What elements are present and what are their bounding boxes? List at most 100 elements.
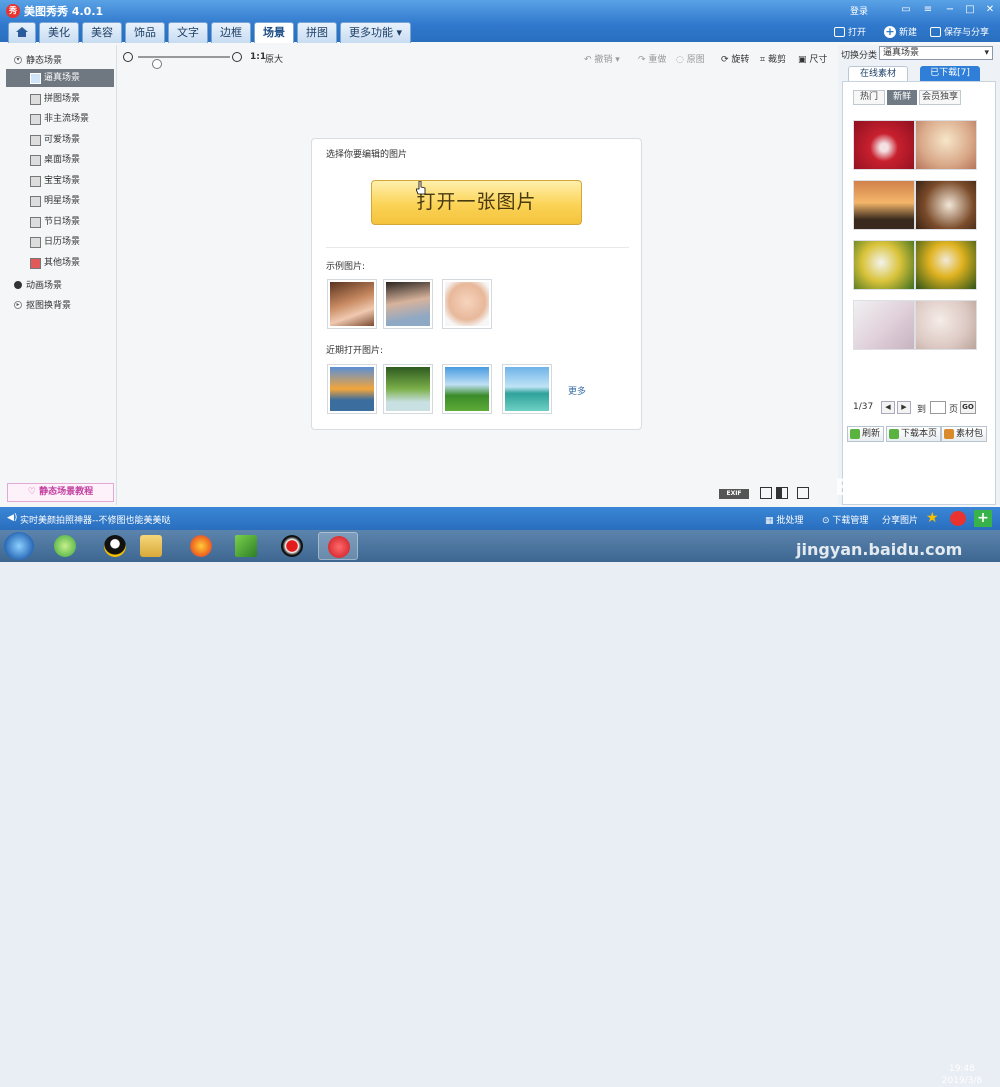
zoom-out-icon[interactable] bbox=[123, 52, 133, 62]
group-animated-scene[interactable]: 动画场景 bbox=[14, 278, 62, 291]
undo-button[interactable]: ↶ 撤销 ▾ bbox=[584, 52, 620, 65]
reset-button[interactable]: ◌ 原图 bbox=[676, 52, 705, 65]
material-thumb[interactable] bbox=[915, 180, 977, 230]
tab-accessories[interactable]: 饰品 bbox=[125, 22, 165, 43]
zoom-in-icon[interactable] bbox=[232, 52, 242, 62]
go-button[interactable]: GO bbox=[960, 401, 976, 414]
clock-time: 19:48 bbox=[949, 1064, 975, 1074]
sidebar-item-realistic[interactable]: 逼真场景 bbox=[6, 69, 114, 87]
original-size-label[interactable]: 原大 bbox=[265, 52, 283, 65]
refresh-button[interactable]: 刷新 bbox=[847, 426, 885, 442]
subtab-vip[interactable]: 会员独享 bbox=[919, 90, 961, 105]
sidebar-item-cute[interactable]: 可爱场景 bbox=[30, 131, 115, 149]
batch-button[interactable]: ▦ 批处理 bbox=[765, 513, 803, 526]
redo-button[interactable]: ↷ 重做 bbox=[638, 52, 666, 65]
sample-image-girl[interactable] bbox=[327, 279, 377, 329]
category-select[interactable]: 逼真场景 bbox=[879, 46, 993, 60]
tab-text[interactable]: 文字 bbox=[168, 22, 208, 43]
group-static-scene[interactable]: ▾ 静态场景 bbox=[14, 53, 62, 66]
recent-image-hills[interactable] bbox=[442, 364, 492, 414]
tab-beautify[interactable]: 美化 bbox=[39, 22, 79, 43]
next-page-button[interactable]: ▶ bbox=[897, 401, 911, 414]
exif-button[interactable]: EXIF bbox=[719, 489, 749, 499]
sidebar-item-calendar[interactable]: 日历场景 bbox=[30, 233, 115, 251]
menu-icon[interactable]: ≡ bbox=[920, 3, 936, 17]
sidebar-item-holiday[interactable]: 节日场景 bbox=[30, 213, 115, 231]
tab-downloaded[interactable]: 已下载[7] bbox=[920, 66, 980, 81]
download-manager-button[interactable]: ⊙ 下载管理 bbox=[822, 513, 868, 526]
taskbar-app-firefox[interactable] bbox=[181, 532, 221, 560]
system-clock[interactable]: 19:48 2019/3/8 bbox=[940, 1063, 984, 1087]
close-button[interactable]: ✕ bbox=[982, 3, 998, 17]
sidebar-item-other[interactable]: 其他场景 bbox=[30, 254, 115, 272]
taskbar-app-explorer[interactable] bbox=[131, 532, 171, 560]
size-button[interactable]: ▣ 尺寸 bbox=[798, 52, 827, 65]
open-button[interactable]: 打开 bbox=[834, 25, 866, 38]
taskbar-app-recorder[interactable] bbox=[272, 532, 312, 560]
share-image-button[interactable]: 分享图片 bbox=[882, 513, 918, 526]
batch-label: 批处理 bbox=[776, 516, 804, 526]
group-cutout-background[interactable]: ▸ 抠图换背景 bbox=[14, 298, 71, 311]
new-button[interactable]: + 新建 bbox=[884, 25, 917, 38]
minimize-button[interactable]: − bbox=[942, 3, 958, 17]
tab-scene[interactable]: 场景 bbox=[254, 22, 294, 43]
more-recent-link[interactable]: 更多 bbox=[568, 384, 586, 397]
preview-icon[interactable] bbox=[797, 487, 809, 499]
sidebar-item-star[interactable]: 明星场景 bbox=[30, 192, 115, 210]
open-image-button[interactable]: 打开一张图片 bbox=[371, 180, 582, 225]
recent-image-forest[interactable] bbox=[383, 364, 433, 414]
material-thumb[interactable] bbox=[915, 300, 977, 350]
taskbar-app-video[interactable] bbox=[226, 532, 266, 560]
expand-icon: ▸ bbox=[14, 300, 22, 309]
sidebar-item-baby[interactable]: 宝宝场景 bbox=[30, 172, 115, 190]
material-thumb[interactable] bbox=[853, 300, 915, 350]
material-package-button[interactable]: 素材包 bbox=[941, 426, 988, 442]
recent-image-island[interactable] bbox=[502, 364, 552, 414]
material-thumb[interactable] bbox=[915, 120, 977, 170]
open-label: 打开 bbox=[848, 28, 867, 38]
crop-button[interactable]: ⌗ 裁剪 bbox=[760, 52, 786, 65]
page-input[interactable] bbox=[930, 401, 946, 414]
star-icon[interactable]: ★ bbox=[926, 510, 942, 526]
subtab-hot[interactable]: 热门 bbox=[853, 90, 885, 105]
ratio-label[interactable]: 1:1 bbox=[250, 52, 266, 62]
add-icon[interactable]: + bbox=[974, 510, 992, 527]
zoom-slider-handle[interactable] bbox=[152, 59, 162, 69]
zoom-slider[interactable] bbox=[138, 56, 230, 69]
sidebar-item-nonmainstream[interactable]: 非主流场景 bbox=[30, 110, 115, 128]
status-message[interactable]: 实时美颜拍照神器--不修图也能美美哒 bbox=[20, 513, 171, 526]
taskbar-app-qq[interactable] bbox=[95, 532, 135, 560]
skin-icon[interactable]: ▭ bbox=[898, 3, 914, 17]
tab-beauty[interactable]: 美容 bbox=[82, 22, 122, 43]
recent-image-autumn-lake[interactable] bbox=[327, 364, 377, 414]
subtab-new[interactable]: 新鲜 bbox=[887, 90, 917, 105]
split-view-icon[interactable] bbox=[776, 487, 788, 499]
tab-collage[interactable]: 拼图 bbox=[297, 22, 337, 43]
tab-home[interactable] bbox=[8, 22, 36, 43]
tab-online-materials[interactable]: 在线素材 bbox=[848, 66, 908, 81]
group-cutout-label: 抠图换背景 bbox=[26, 301, 72, 311]
taskbar-app-360[interactable] bbox=[45, 532, 85, 560]
weibo-icon[interactable] bbox=[950, 511, 966, 526]
baidu-jingyan-logo: Bai du 经验 bbox=[835, 476, 965, 501]
sample-image-woman[interactable] bbox=[383, 279, 433, 329]
sample-image-baby[interactable] bbox=[442, 279, 492, 329]
login-link[interactable]: 登录 bbox=[850, 4, 868, 17]
material-thumb[interactable] bbox=[853, 180, 915, 230]
material-thumb[interactable] bbox=[915, 240, 977, 290]
tutorial-button[interactable]: ♡ 静态场景教程 bbox=[7, 483, 114, 502]
save-share-button[interactable]: 保存与分享 bbox=[930, 25, 989, 38]
sidebar-item-desktop[interactable]: 桌面场景 bbox=[30, 151, 115, 169]
tab-more-features[interactable]: 更多功能 ▾ bbox=[340, 22, 412, 43]
tab-frame[interactable]: 边框 bbox=[211, 22, 251, 43]
taskbar-app-meitu[interactable] bbox=[318, 532, 358, 560]
prev-page-button[interactable]: ◀ bbox=[881, 401, 895, 414]
material-thumb[interactable] bbox=[853, 240, 915, 290]
start-button[interactable] bbox=[4, 532, 34, 560]
maximize-button[interactable]: □ bbox=[962, 3, 978, 17]
rotate-button[interactable]: ⟳ 旋转 bbox=[721, 52, 749, 65]
material-thumb[interactable] bbox=[853, 120, 915, 170]
sidebar-item-collage[interactable]: 拼图场景 bbox=[30, 90, 115, 108]
compare-view-icon[interactable] bbox=[760, 487, 772, 499]
download-page-button[interactable]: 下载本页 bbox=[886, 426, 942, 442]
